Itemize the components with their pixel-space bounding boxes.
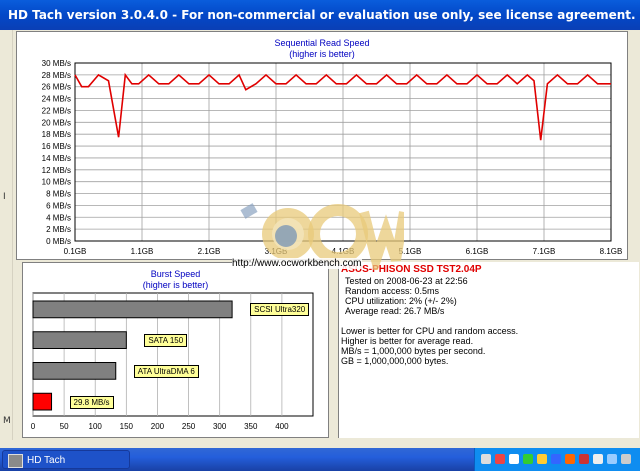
burst-x-tick-label: 50 — [60, 422, 69, 431]
burst-bar-label: SCSI Ultra320 — [250, 303, 310, 317]
burst-bar-label: ATA UltraDMA 6 — [133, 364, 199, 378]
tested-date: Tested on 2008-06-23 at 22:56 — [345, 276, 468, 286]
burst-chart-panel: Burst Speed (higher is better) 0 50 100 150… — [22, 262, 329, 438]
window-title-bar: HD Tach version 3.0.4.0 - For non-commer… — [0, 0, 640, 30]
note-read: Higher is better for average read. — [341, 336, 474, 346]
system-tray — [474, 448, 640, 471]
burst-bar-label: SATA 150 — [144, 334, 188, 348]
tray-icon-6[interactable] — [551, 454, 561, 464]
left-strip: I M — [0, 30, 13, 448]
taskbar-item-label: HD Tach — [27, 455, 66, 466]
watermark-url: http://www.ocworkbench.com — [232, 258, 362, 269]
burst-x-tick-label: 200 — [151, 422, 165, 431]
read-y-tick-label: 18 MB/s — [42, 130, 71, 139]
left-letter-1: I — [3, 192, 6, 202]
read-y-tick-label: 24 MB/s — [42, 95, 71, 104]
tray-icon-7[interactable] — [565, 454, 575, 464]
read-y-tick-label: 30 MB/s — [42, 59, 71, 68]
read-x-tick-label: 1.1GB — [131, 247, 154, 256]
random-access: Random access: 0.5ms — [345, 286, 440, 296]
read-y-tick-label: 26 MB/s — [42, 83, 71, 92]
tray-icon-10[interactable] — [607, 454, 617, 464]
read-y-tick-label: 14 MB/s — [42, 154, 71, 163]
left-letter-2: M — [3, 416, 11, 426]
cpu-utilization: CPU utilization: 2% (+/- 2%) — [345, 296, 457, 306]
read-y-tick-label: 8 MB/s — [46, 190, 71, 199]
burst-x-tick-label: 100 — [89, 422, 103, 431]
average-read: Average read: 26.7 MB/s — [345, 306, 445, 316]
read-y-tick-label: 0 MB/s — [46, 237, 71, 246]
read-y-tick-label: 4 MB/s — [46, 213, 71, 222]
burst-bar — [32, 392, 53, 411]
results-panel: ASUS-PHISON SSD TST2.04P Tested on 2008-… — [338, 262, 639, 438]
read-y-tick-label: 28 MB/s — [42, 71, 71, 80]
note-cpu: Lower is better for CPU and random acces… — [341, 326, 519, 336]
read-y-tick-label: 20 MB/s — [42, 118, 71, 127]
read-x-tick-label: 2.1GB — [198, 247, 221, 256]
read-x-tick-label: 6.1GB — [466, 247, 489, 256]
burst-x-tick-label: 150 — [120, 422, 134, 431]
burst-bar-label: 29.8 MB/s — [69, 395, 114, 409]
tray-icon-2[interactable] — [495, 454, 505, 464]
taskbar-item-hdtach[interactable]: HD Tach — [2, 450, 130, 469]
read-y-tick-label: 12 MB/s — [42, 166, 71, 175]
read-x-tick-label: 7.1GB — [533, 247, 556, 256]
burst-x-tick-label: 400 — [275, 422, 289, 431]
read-y-tick-label: 22 MB/s — [42, 106, 71, 115]
note-gb: GB = 1,000,000,000 bytes. — [341, 356, 449, 366]
burst-bar — [32, 300, 233, 319]
tray-icon-4[interactable] — [523, 454, 533, 464]
tray-icon-5[interactable] — [537, 454, 547, 464]
burst-bar — [32, 331, 127, 349]
read-y-tick-label: 6 MB/s — [46, 201, 71, 210]
note-mbs: MB/s = 1,000,000 bytes per second. — [341, 346, 486, 356]
read-x-tick-label: 0.1GB — [64, 247, 87, 256]
tray-icon-11[interactable] — [621, 454, 631, 464]
read-x-tick-label: 8.1GB — [600, 247, 623, 256]
read-y-tick-label: 10 MB/s — [42, 178, 71, 187]
window-bottom-strip — [12, 440, 628, 448]
window-title: HD Tach version 3.0.4.0 - For non-commer… — [8, 8, 636, 22]
read-y-tick-label: 2 MB/s — [46, 225, 71, 234]
tray-icon-1[interactable] — [481, 454, 491, 464]
burst-x-tick-label: 300 — [213, 422, 227, 431]
hdtach-app-icon — [8, 454, 23, 468]
tray-icon-8[interactable] — [579, 454, 589, 464]
burst-chart-svg: 0 50 100 150 200 250 300 350 400 — [31, 292, 314, 431]
burst-x-tick-label: 0 — [31, 422, 36, 431]
burst-x-tick-label: 350 — [244, 422, 258, 431]
tray-icon-9[interactable] — [593, 454, 603, 464]
burst-x-tick-label: 250 — [182, 422, 196, 431]
tray-icon-3[interactable] — [509, 454, 519, 464]
taskbar: HD Tach — [0, 448, 640, 471]
burst-bar — [32, 362, 117, 380]
read-y-tick-label: 16 MB/s — [42, 142, 71, 151]
